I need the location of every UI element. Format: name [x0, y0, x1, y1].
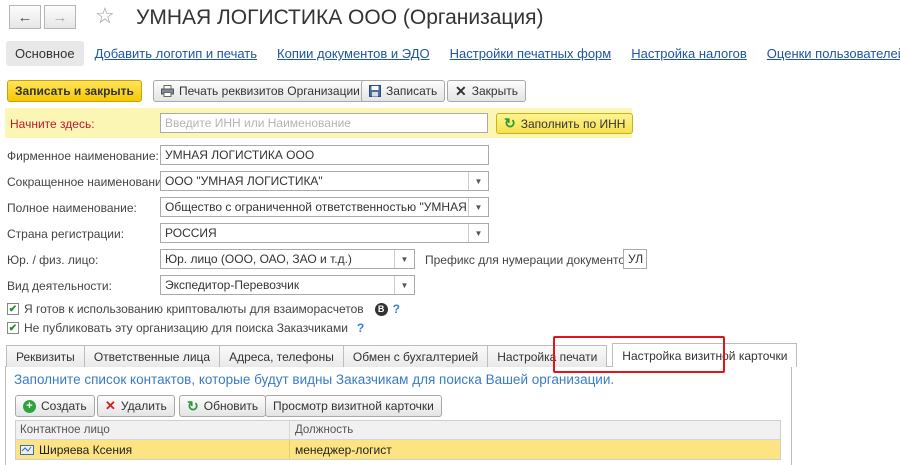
- print-details-label: Печать реквизитов Организации: [179, 84, 360, 98]
- forward-arrow-icon: →: [52, 8, 68, 26]
- entity-type-value: Юр. лицо (ООО, ОАО, ЗАО и т.д.): [165, 252, 352, 266]
- inn-search-placeholder: Введите ИНН или Наименование: [165, 116, 351, 130]
- forward-button[interactable]: →: [44, 5, 76, 29]
- brand-name-label: Фирменное наименование:: [7, 149, 159, 163]
- start-here-label: Начните здесь:: [10, 117, 95, 131]
- no-publish-checkbox[interactable]: ✔: [7, 322, 19, 334]
- print-details-button[interactable]: Печать реквизитов Организации: [153, 80, 368, 102]
- full-name-label: Полное наименование:: [7, 201, 137, 215]
- short-name-label: Сокращенное наименование:: [7, 175, 172, 189]
- page-title: УМНАЯ ЛОГИСТИКА ООО (Организация): [136, 6, 544, 29]
- delete-contact-button[interactable]: ✕ Удалить: [97, 395, 175, 417]
- section-tab-user-ratings[interactable]: Оценки пользователей: [758, 41, 900, 66]
- highlight-frame: [553, 336, 725, 373]
- crypto-checkbox[interactable]: ✔: [7, 303, 19, 315]
- crypto-option: ✔ Я готов к использованию криптовалюты д…: [7, 302, 400, 316]
- no-publish-help-icon[interactable]: ?: [357, 321, 364, 335]
- inn-search-input[interactable]: Введите ИНН или Наименование: [160, 113, 488, 133]
- fill-by-inn-button[interactable]: ↻ Заполнить по ИНН: [496, 113, 634, 134]
- refresh-button[interactable]: ↻ Обновить: [179, 395, 267, 417]
- floppy-disk-icon: [369, 85, 381, 97]
- doc-prefix-value: УЛ: [628, 252, 644, 266]
- tab-accounting-exchange[interactable]: Обмен с бухгалтерией: [342, 345, 489, 367]
- contacts-table: Контактное лицо Должность Ширяева Ксения…: [15, 420, 781, 460]
- short-name-dropdown-icon[interactable]: ▼: [468, 172, 488, 190]
- column-contact-person[interactable]: Контактное лицо: [16, 421, 290, 439]
- bitcoin-icon: B: [374, 302, 388, 316]
- close-button[interactable]: ✕ Закрыть: [447, 80, 526, 102]
- section-tab-document-copies[interactable]: Копии документов и ЭДО: [268, 41, 439, 66]
- preview-card-button[interactable]: Просмотр визитной карточки: [265, 395, 442, 417]
- contacts-hint: Заполните список контактов, которые буду…: [14, 372, 615, 387]
- printer-icon: [161, 85, 174, 97]
- favorite-star-icon[interactable]: ☆: [95, 3, 115, 29]
- contact-name: Ширяева Ксения: [39, 442, 133, 457]
- crypto-help-icon[interactable]: ?: [393, 302, 400, 316]
- refresh-icon: ↻: [504, 115, 516, 131]
- entity-type-select[interactable]: Юр. лицо (ООО, ОАО, ЗАО и т.д.) ▼: [160, 249, 415, 269]
- country-label: Страна регистрации:: [7, 227, 125, 241]
- no-publish-label: Не публиковать эту организацию для поиск…: [24, 321, 348, 335]
- doc-prefix-label: Префикс для нумерации документов :: [425, 253, 639, 267]
- delete-x-icon: ✕: [105, 398, 116, 413]
- back-button[interactable]: ←: [9, 5, 41, 29]
- fill-by-inn-label: Заполнить по ИНН: [520, 116, 626, 131]
- brand-name-value: УМНАЯ ЛОГИСТИКА ООО: [165, 148, 315, 162]
- create-label: Создать: [41, 399, 87, 413]
- country-field[interactable]: РОССИЯ ▼: [160, 223, 489, 243]
- entity-type-label: Юр. / физ. лицо:: [7, 253, 99, 267]
- activity-type-dropdown-icon[interactable]: ▼: [394, 276, 414, 294]
- close-label: Закрыть: [471, 84, 518, 98]
- activity-type-select[interactable]: Экспедитор-Перевозчик ▼: [160, 275, 415, 295]
- save-and-close-button[interactable]: Записать и закрыть: [7, 80, 142, 102]
- short-name-field[interactable]: ООО "УМНАЯ ЛОГИСТИКА" ▼: [160, 171, 489, 191]
- refresh-icon: ↻: [187, 397, 199, 414]
- plus-icon: +: [23, 399, 36, 413]
- country-value: РОССИЯ: [165, 226, 217, 240]
- entity-type-dropdown-icon[interactable]: ▼: [394, 250, 414, 268]
- save-label: Записать: [386, 84, 438, 98]
- back-arrow-icon: ←: [17, 8, 33, 26]
- delete-label: Удалить: [120, 399, 167, 413]
- tab-requisites[interactable]: Реквизиты: [6, 345, 85, 367]
- tab-addresses-phones[interactable]: Адреса, телефоны: [219, 345, 344, 367]
- short-name-value: ООО "УМНАЯ ЛОГИСТИКА": [165, 174, 323, 188]
- section-tab-add-logo[interactable]: Добавить логотип и печать: [86, 41, 266, 66]
- tab-responsible-persons[interactable]: Ответственные лица: [83, 345, 221, 367]
- create-contact-button[interactable]: + Создать: [15, 395, 95, 417]
- crypto-label: Я готов к использованию криптовалюты для…: [24, 302, 364, 316]
- full-name-value: Общество с ограниченной ответственностью…: [165, 200, 466, 214]
- section-tab-main[interactable]: Основное: [6, 41, 84, 66]
- full-name-dropdown-icon[interactable]: ▼: [468, 198, 488, 216]
- save-button[interactable]: Записать: [361, 80, 446, 102]
- doc-prefix-field[interactable]: УЛ: [623, 249, 647, 269]
- contacts-table-header: Контактное лицо Должность: [16, 421, 780, 440]
- full-name-field[interactable]: Общество с ограниченной ответственностью…: [160, 197, 489, 217]
- section-tab-print-settings[interactable]: Настройки печатных форм: [441, 41, 621, 66]
- table-row[interactable]: Ширяева Ксения менеджер-логист: [16, 440, 780, 459]
- country-dropdown-icon[interactable]: ▼: [468, 224, 488, 242]
- activity-type-label: Вид деятельности:: [7, 279, 112, 293]
- contact-cell: Ширяева Ксения: [16, 440, 290, 459]
- close-x-icon: ✕: [455, 82, 467, 99]
- brand-name-field[interactable]: УМНАЯ ЛОГИСТИКА ООО: [160, 145, 489, 165]
- contact-card-icon: [20, 444, 34, 455]
- section-tab-tax-settings[interactable]: Настройка налогов: [622, 41, 756, 66]
- refresh-label: Обновить: [203, 399, 259, 413]
- column-position[interactable]: Должность: [290, 424, 780, 436]
- position-cell: менеджер-логист: [295, 442, 392, 457]
- save-and-close-label: Записать и закрыть: [15, 84, 134, 98]
- preview-label: Просмотр визитной карточки: [273, 399, 434, 413]
- no-publish-option: ✔ Не публиковать эту организацию для пои…: [7, 321, 364, 335]
- section-tabs: Основное Добавить логотип и печать Копии…: [6, 41, 900, 66]
- activity-type-value: Экспедитор-Перевозчик: [165, 278, 300, 292]
